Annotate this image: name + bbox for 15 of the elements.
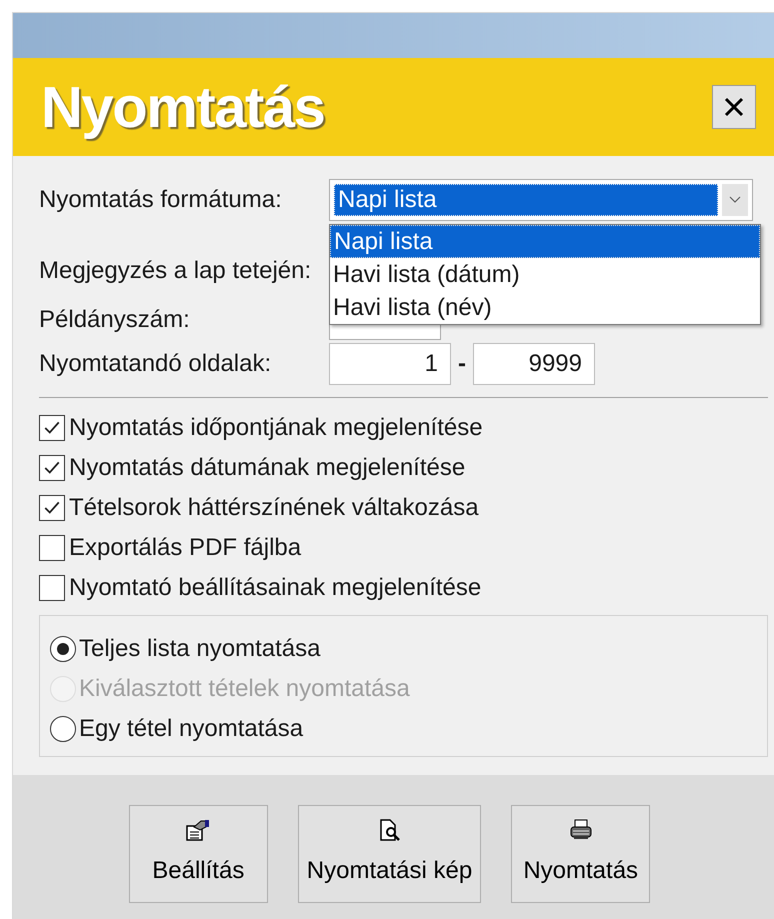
radio-label: Egy tétel nyomtatása [79,714,304,744]
radio-label: Kiválasztott tételek nyomtatása [79,674,410,704]
checkbox-label: Tételsorok háttérszínének váltakozása [69,493,479,523]
dropdown-value: Napi lista [334,184,718,216]
field-label: Nyomtatás formátuma: [39,185,283,215]
field-label: Megjegyzés a lap tetején: [39,256,312,286]
window-title: Nyomtatás [41,74,324,142]
checkbox-label: Exportálás PDF fájlba [69,533,302,563]
checkbox-label: Nyomtatás időpontjának megjelenítése [69,413,483,443]
radio-label: Teljes lista nyomtatása [79,634,320,664]
field-label: Nyomtatandó oldalak: [39,349,272,379]
field-label: Példányszám: [39,305,191,335]
checkbox-label: Nyomtató beállításainak megjelenítése [69,573,482,603]
checkbox-label: Nyomtatás dátumának megjelenítése [69,453,466,483]
range-separator: - [457,349,467,379]
